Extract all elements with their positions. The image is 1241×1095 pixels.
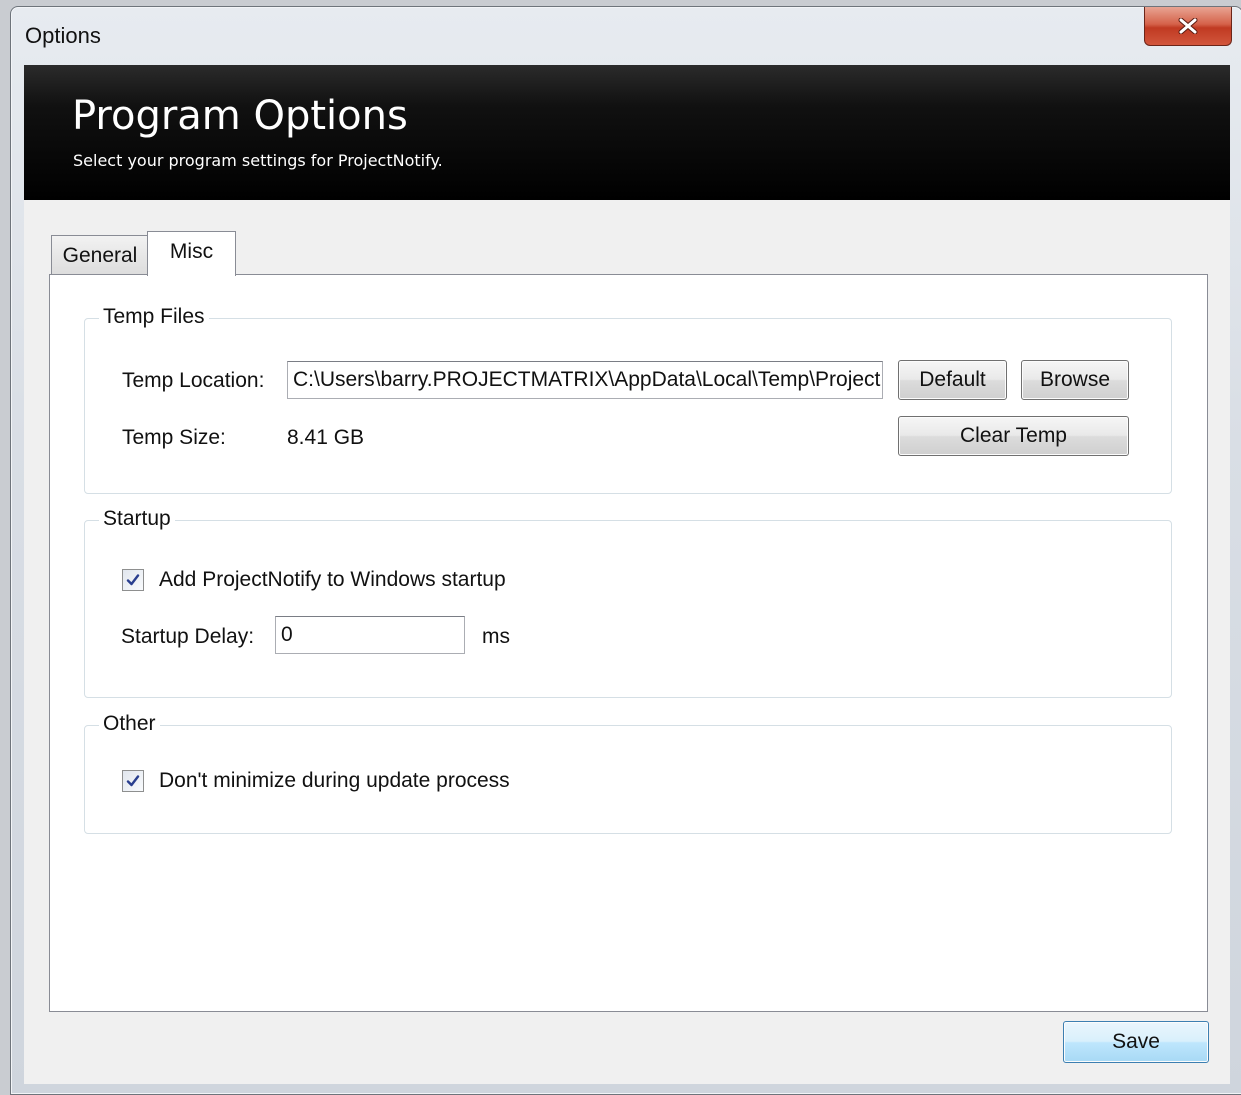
- checkmark-icon: [126, 574, 140, 586]
- tab-misc-label: Misc: [169, 240, 214, 263]
- banner-header: Program Options Select your program sett…: [24, 65, 1230, 200]
- window-title: Options: [25, 23, 101, 48]
- close-icon: [1178, 18, 1198, 34]
- dialog-client-area: Program Options Select your program sett…: [24, 65, 1230, 1084]
- dont-minimize-label[interactable]: Don't minimize during update process: [159, 769, 510, 793]
- temp-location-input[interactable]: C:\Users\barry.PROJECTMATRIX\AppData\Loc…: [287, 361, 883, 399]
- startup-group-label: Startup: [99, 507, 175, 531]
- other-group-label: Other: [99, 712, 160, 736]
- temp-size-value: 8.41 GB: [287, 426, 365, 449]
- browse-button[interactable]: Browse: [1021, 360, 1129, 400]
- startup-delay-input[interactable]: 0: [275, 616, 465, 654]
- dont-minimize-checkbox[interactable]: [122, 770, 144, 792]
- startup-delay-unit: ms: [482, 625, 510, 648]
- tab-misc[interactable]: Misc: [147, 231, 236, 276]
- page-subtitle: Select your program settings for Project…: [73, 151, 443, 170]
- tab-general-label: General: [62, 244, 138, 267]
- default-button[interactable]: Default: [898, 360, 1007, 400]
- misc-tab-panel: Temp Files Temp Location: C:\Users\barry…: [49, 274, 1208, 1012]
- tab-general[interactable]: General: [51, 235, 149, 276]
- temp-location-label: Temp Location:: [122, 369, 265, 392]
- add-to-startup-label[interactable]: Add ProjectNotify to Windows startup: [159, 568, 506, 592]
- startup-delay-label: Startup Delay:: [121, 625, 255, 648]
- close-button[interactable]: [1144, 7, 1232, 46]
- clear-temp-button[interactable]: Clear Temp: [898, 416, 1129, 456]
- checkmark-icon: [126, 775, 140, 787]
- temp-size-label: Temp Size:: [122, 426, 226, 449]
- save-button[interactable]: Save: [1063, 1021, 1209, 1063]
- other-group: Other Don't minimize during update proce…: [84, 712, 1172, 834]
- temp-files-group-label: Temp Files: [99, 305, 209, 329]
- title-bar[interactable]: Options: [11, 7, 1241, 65]
- startup-group: Startup Add ProjectNotify to Windows sta…: [84, 507, 1172, 698]
- add-to-startup-checkbox[interactable]: [122, 569, 144, 591]
- page-title: Program Options: [72, 93, 408, 139]
- options-window: Options Program Options Select your prog…: [10, 6, 1241, 1095]
- temp-files-group: Temp Files Temp Location: C:\Users\barry…: [84, 305, 1172, 494]
